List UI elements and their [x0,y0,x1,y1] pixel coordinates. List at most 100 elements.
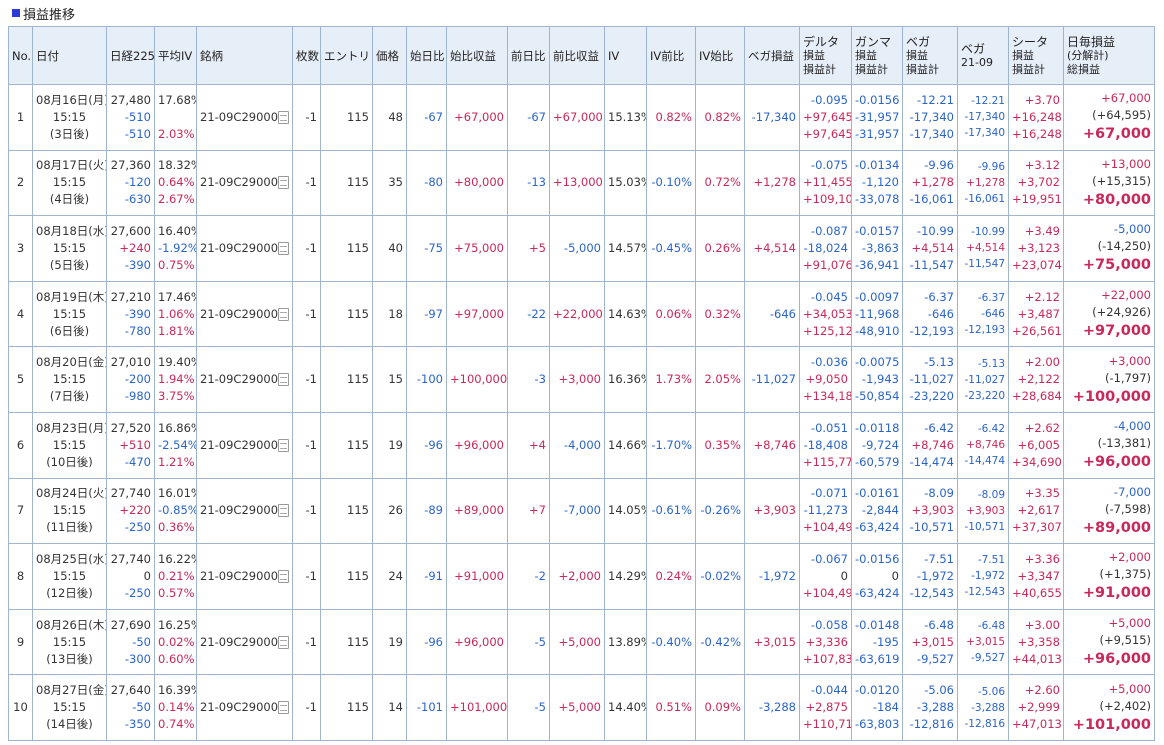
avg-iv-value: 16.39% [158,683,196,698]
gamma-pl-total: -63,803 [855,717,900,732]
vega-2109-greek: -6.48 [977,620,1005,633]
entry-price: 115 [347,700,369,715]
entry-price: 115 [347,437,369,452]
vega-2109-pl-total: -12,543 [964,586,1005,599]
nikkei-start-diff: -250 [124,585,151,600]
start-pl: +101,000 [450,700,508,715]
delta-pl: 0 [840,568,848,583]
document-icon[interactable] [278,176,289,190]
daily-pl: -4,000 [1113,419,1151,434]
vega-pl: -17,340 [909,109,954,124]
nikkei-start-diff: -300 [124,651,151,666]
delta-pl-total: +104,498 [803,520,851,535]
iv-start-diff: 0.35% [704,437,741,452]
delta-pl-total: +109,101 [803,192,851,207]
section-title: 損益推移 [0,0,1164,26]
symbol-name: 21-09C29000 [200,240,279,255]
vega-pl: +8,746 [753,437,796,452]
document-icon[interactable] [278,373,289,387]
avg-iv-prev-diff: 1.06% [158,306,195,321]
theta-pl: +16,248 [1012,109,1062,124]
avg-iv-start-diff: 0.57% [158,585,195,600]
vega-2109-greek: -10.99 [971,226,1005,239]
document-icon[interactable] [278,110,289,124]
nikkei-start-diff: -350 [124,717,151,732]
gamma-greek: -0.0156 [855,551,900,566]
gamma-pl-total: -36,941 [855,257,900,272]
row-date: 08月20日(金) [36,355,107,370]
theta-greek: +2.00 [1024,355,1060,370]
document-icon[interactable] [278,438,289,452]
prev-pl: +22,000 [553,306,603,321]
document-icon[interactable] [278,635,289,649]
col-symbol: 銘柄 [196,26,293,85]
col-entry: エントリ [320,26,373,85]
delta-pl: -18,024 [803,240,848,255]
nikkei-start-diff: -250 [124,520,151,535]
row-time: 15:15 [52,240,87,255]
vega-pl: -646 [769,306,796,321]
row-time: 15:15 [52,437,87,452]
vega-2109-greek: -7.51 [977,554,1005,567]
entry-price: 115 [347,634,369,649]
document-icon[interactable] [278,241,289,255]
delta-pl: -18,408 [803,437,848,452]
vega-pl: +4,514 [911,240,954,255]
current-price: 26 [388,503,403,518]
theta-pl-total: +16,248 [1012,126,1062,141]
gamma-pl-total: -63,424 [855,520,900,535]
iv-prev-diff: 0.82% [655,109,692,124]
delta-greek: -0.095 [810,92,848,107]
theta-pl-total: +40,655 [1012,585,1062,600]
theta-greek: +3.35 [1024,486,1060,501]
theta-pl: +2,122 [1017,372,1060,387]
delta-pl: +3,336 [805,634,848,649]
iv-value: 14.29% [608,568,646,583]
nikkei-prev-diff: -50 [132,700,151,715]
delta-greek: -0.087 [810,223,848,238]
nikkei-prev-diff: +240 [119,240,151,255]
theta-greek: +3.49 [1024,223,1060,238]
row-time: 15:15 [52,175,87,190]
nikkei-start-diff: -630 [124,192,151,207]
prev-diff: +5 [529,240,546,255]
vega-pl-total: -11,547 [909,257,954,272]
iv-value: 15.13% [608,109,646,124]
vega-2109-pl: +3,903 [966,504,1005,517]
table-row: 7 08月24日(火) 15:15 (11日後) 27,740 +220 -250 16.01… [8,477,1155,545]
nikkei-prev-diff: -120 [124,175,151,190]
document-icon[interactable] [278,701,289,715]
total-pl: +100,000 [1072,388,1151,405]
theta-pl: +2,617 [1017,503,1060,518]
document-icon[interactable] [278,307,289,321]
delta-pl-total: +115,772 [803,454,851,469]
symbol-name: 21-09C29000 [200,503,279,518]
iv-start-diff: 0.82% [704,109,741,124]
row-no: 4 [16,306,25,321]
vega-pl-total: -17,340 [909,126,954,141]
document-icon[interactable] [278,504,289,518]
nikkei-start-diff: -980 [124,389,151,404]
vega-pl: +8,746 [911,437,954,452]
start-pl: +75,000 [454,240,504,255]
start-pl: +91,000 [454,568,504,583]
gamma-pl: -184 [872,700,899,715]
theta-pl-total: +47,013 [1012,717,1062,732]
avg-iv-start-diff: 3.75% [158,389,195,404]
table-row: 9 08月26日(木) 15:15 (13日後) 27,690 -50 -300 16.25%… [8,608,1155,676]
vega-2109-pl-total: -14,474 [964,455,1005,468]
theta-pl-total: +44,013 [1012,651,1062,666]
row-date: 08月24日(火) [36,486,107,501]
iv-start-diff: -0.26% [700,503,741,518]
vega-2109-pl-total: -17,340 [964,127,1005,140]
theta-pl: +3,702 [1017,175,1060,190]
row-no: 2 [16,175,25,190]
qty-value: -1 [305,700,317,715]
row-days-after: (10日後) [46,454,93,469]
document-icon[interactable] [278,569,289,583]
delta-pl-total: +134,180 [803,389,851,404]
delta-pl-total: +110,711 [803,717,851,732]
vega-pl-total: -16,061 [909,192,954,207]
col-iv-start: IV始比 [695,26,745,85]
nikkei-prev-diff: 0 [143,568,151,583]
